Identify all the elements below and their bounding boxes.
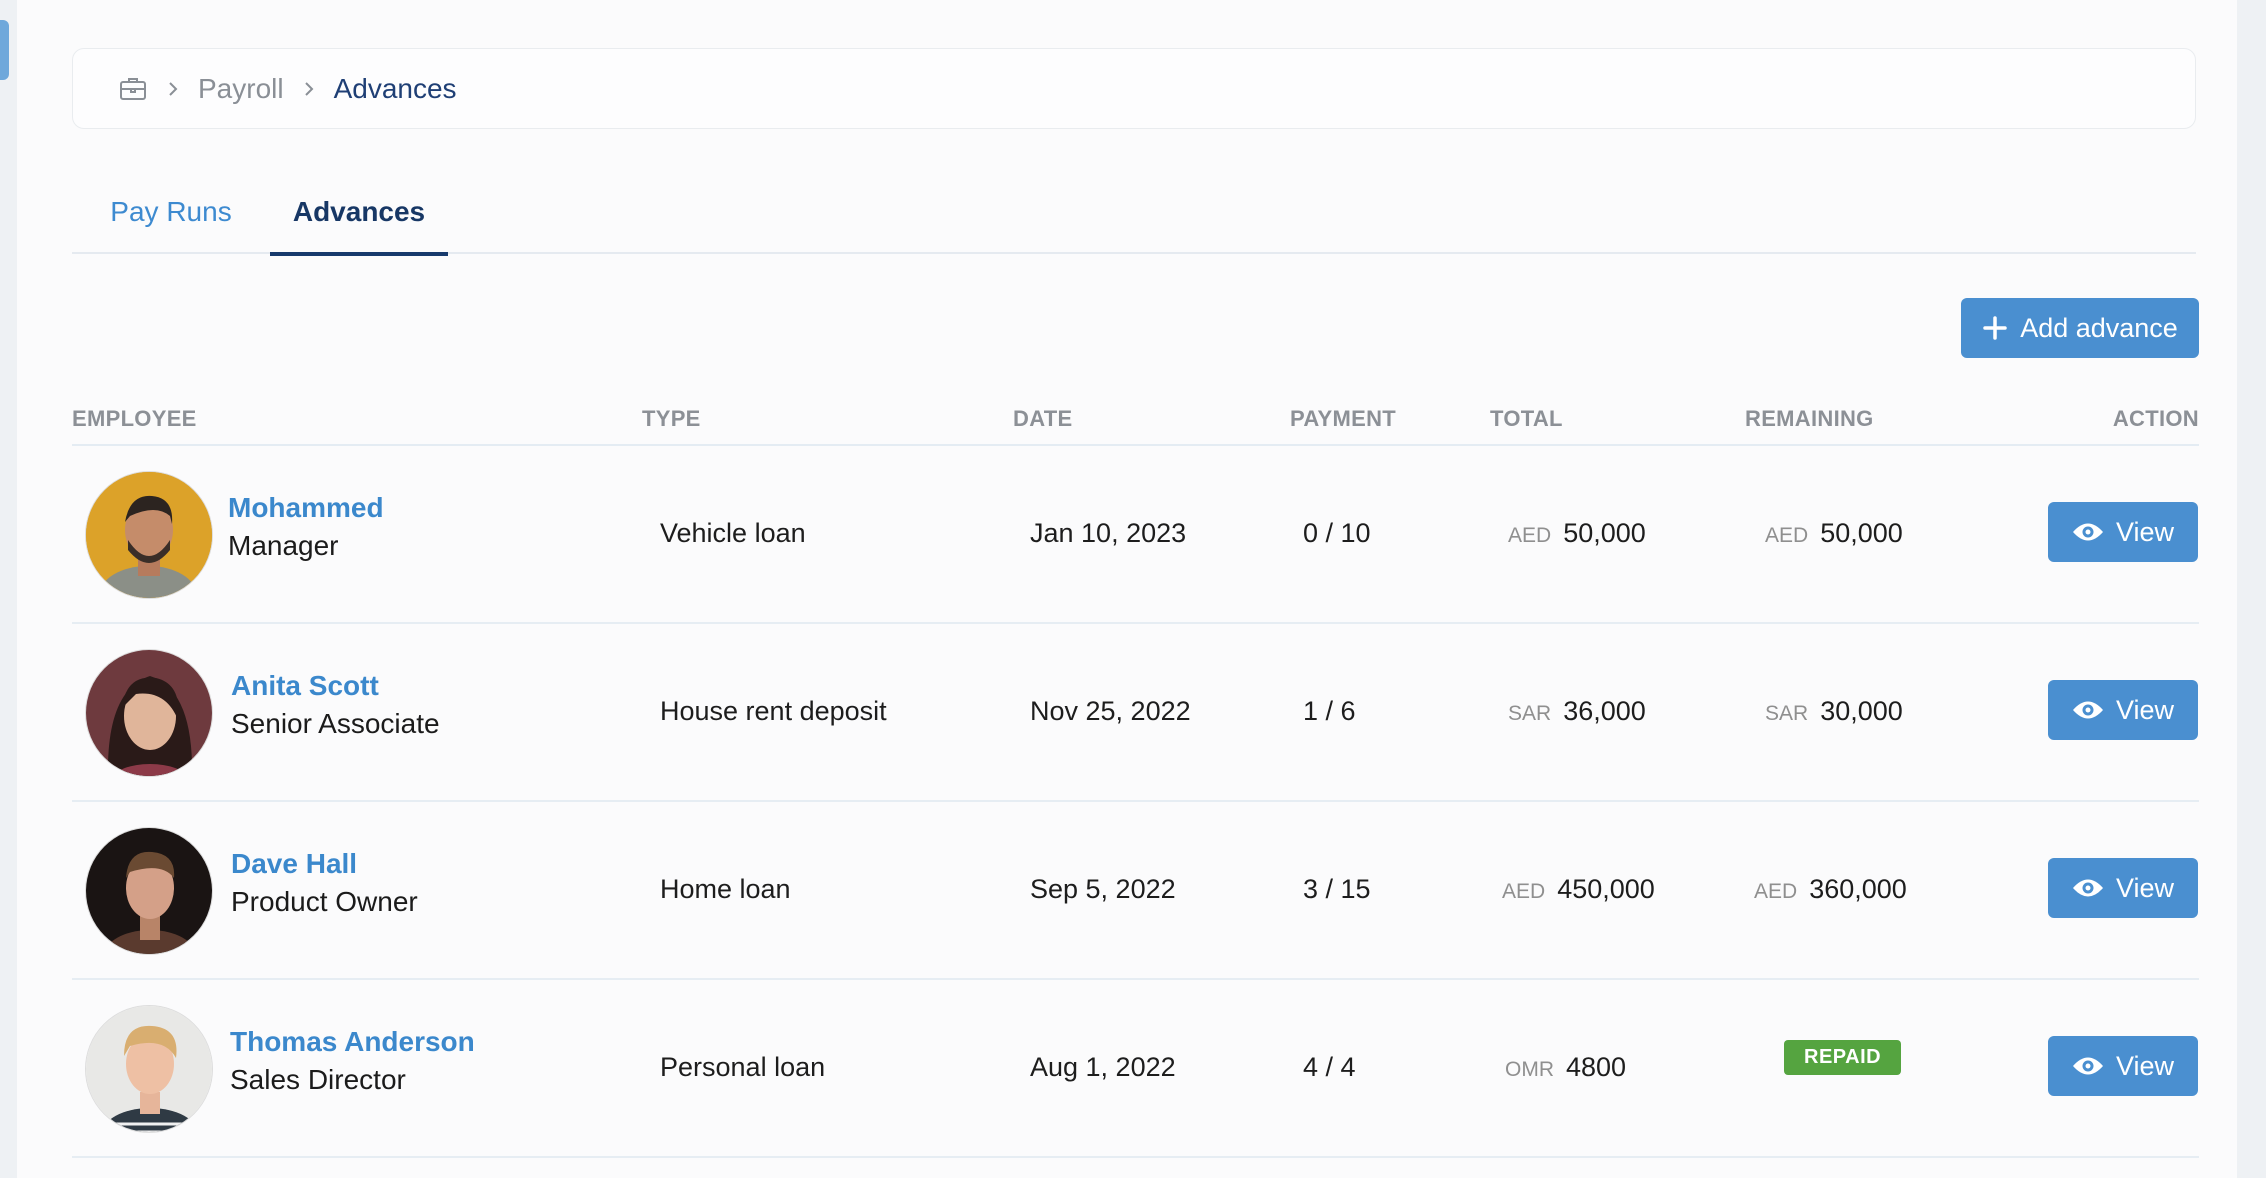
payment-progress: 0 / 10 [1303,518,1371,548]
tab-bar: Pay Runs Advances [72,170,2196,256]
employee-name-link[interactable]: Anita Scott [231,670,379,702]
view-button[interactable]: View [2048,502,2198,562]
column-header-type: TYPE [642,406,701,431]
total-amount: AED 450,000 [1502,874,1655,905]
remaining-amount: AED 50,000 [1765,518,1903,549]
chevron-right-icon [302,79,316,99]
avatar [85,1005,213,1133]
add-advance-label: Add advance [2020,312,2178,343]
advance-type: Home loan [660,874,791,904]
employee-name-link[interactable]: Mohammed [228,492,384,524]
remaining-amount: AED 360,000 [1754,874,1907,905]
total-currency: AED [1508,524,1552,547]
column-header-employee: EMPLOYEE [72,406,197,431]
total-currency: OMR [1505,1058,1554,1081]
table-header: EMPLOYEE TYPE DATE PAYMENT TOTAL REMAINI… [72,400,2199,446]
total-amount: SAR 36,000 [1508,696,1646,727]
eye-icon [2072,699,2104,721]
advance-type: Vehicle loan [660,518,806,548]
view-label: View [2115,1050,2175,1081]
advance-date: Jan 10, 2023 [1030,518,1187,548]
view-button[interactable]: View [2048,680,2198,740]
total-amount: AED 50,000 [1508,518,1646,549]
plus-icon [1982,315,2008,341]
view-label: View [2115,872,2175,903]
remaining-value: 360,000 [1809,874,1907,904]
view-label: View [2115,694,2175,725]
employee-role: Sales Director [230,1064,406,1095]
avatar [85,471,213,599]
payment-progress: 4 / 4 [1303,1052,1356,1082]
remaining-currency: AED [1754,880,1798,903]
column-header-remaining: REMAINING [1745,406,1874,431]
breadcrumb-item-advances: Advances [333,72,457,104]
eye-icon [2072,1055,2104,1077]
total-value: 50,000 [1563,518,1646,548]
eye-icon [2072,877,2104,899]
total-currency: AED [1502,880,1546,903]
sidebar-toggle-handle[interactable] [0,20,9,80]
status-badge: REPAID [1784,1040,1902,1075]
column-header-total: TOTAL [1490,406,1563,431]
table-row: Dave Hall Product Owner Home loan Sep 5,… [72,802,2199,980]
breadcrumb-item-payroll[interactable]: Payroll [198,73,284,105]
employee-role: Manager [228,530,339,561]
remaining-value: 50,000 [1820,518,1903,548]
payment-progress: 1 / 6 [1303,696,1356,726]
table-row: Anita Scott Senior Associate House rent … [72,624,2199,802]
employee-name-link[interactable]: Dave Hall [231,848,357,880]
column-header-date: DATE [1013,406,1073,431]
advance-type: House rent deposit [660,696,887,726]
remaining-amount: SAR 30,000 [1765,696,1903,727]
advance-date: Sep 5, 2022 [1030,874,1176,904]
employee-role: Product Owner [231,886,418,917]
tab-advances[interactable]: Advances [270,170,448,256]
view-label: View [2115,516,2175,547]
view-button[interactable]: View [2048,858,2198,918]
column-header-action: ACTION [2112,406,2199,431]
main-panel: Payroll Advances Pay Runs Advances Add a… [17,0,2237,1178]
total-amount: OMR 4800 [1505,1052,1626,1083]
advance-type: Personal loan [660,1052,826,1082]
tab-pay-runs[interactable]: Pay Runs [72,170,270,254]
briefcase-icon[interactable] [118,74,148,104]
total-value: 36,000 [1563,696,1646,726]
column-header-payment: PAYMENT [1290,406,1397,431]
total-value: 4800 [1566,1052,1627,1082]
remaining-currency: SAR [1765,702,1809,725]
view-button[interactable]: View [2048,1036,2198,1096]
add-advance-button[interactable]: Add advance [1961,298,2199,358]
advances-table: EMPLOYEE TYPE DATE PAYMENT TOTAL REMAINI… [72,400,2199,1158]
breadcrumb: Payroll Advances [72,48,2196,129]
remaining-currency: AED [1765,524,1809,547]
chevron-right-icon [166,79,180,99]
employee-role: Senior Associate [231,708,440,739]
eye-icon [2072,521,2104,543]
avatar [85,649,213,777]
employee-name-link[interactable]: Thomas Anderson [230,1026,475,1058]
table-row: Mohammed Manager Vehicle loan Jan 10, 20… [72,446,2199,624]
total-currency: SAR [1508,702,1552,725]
payment-progress: 3 / 15 [1303,874,1371,904]
advance-date: Aug 1, 2022 [1030,1052,1176,1082]
remaining-value: 30,000 [1820,696,1903,726]
total-value: 450,000 [1557,874,1655,904]
avatar [85,827,213,955]
table-row: Thomas Anderson Sales Director Personal … [72,980,2199,1158]
advance-date: Nov 25, 2022 [1030,696,1191,726]
